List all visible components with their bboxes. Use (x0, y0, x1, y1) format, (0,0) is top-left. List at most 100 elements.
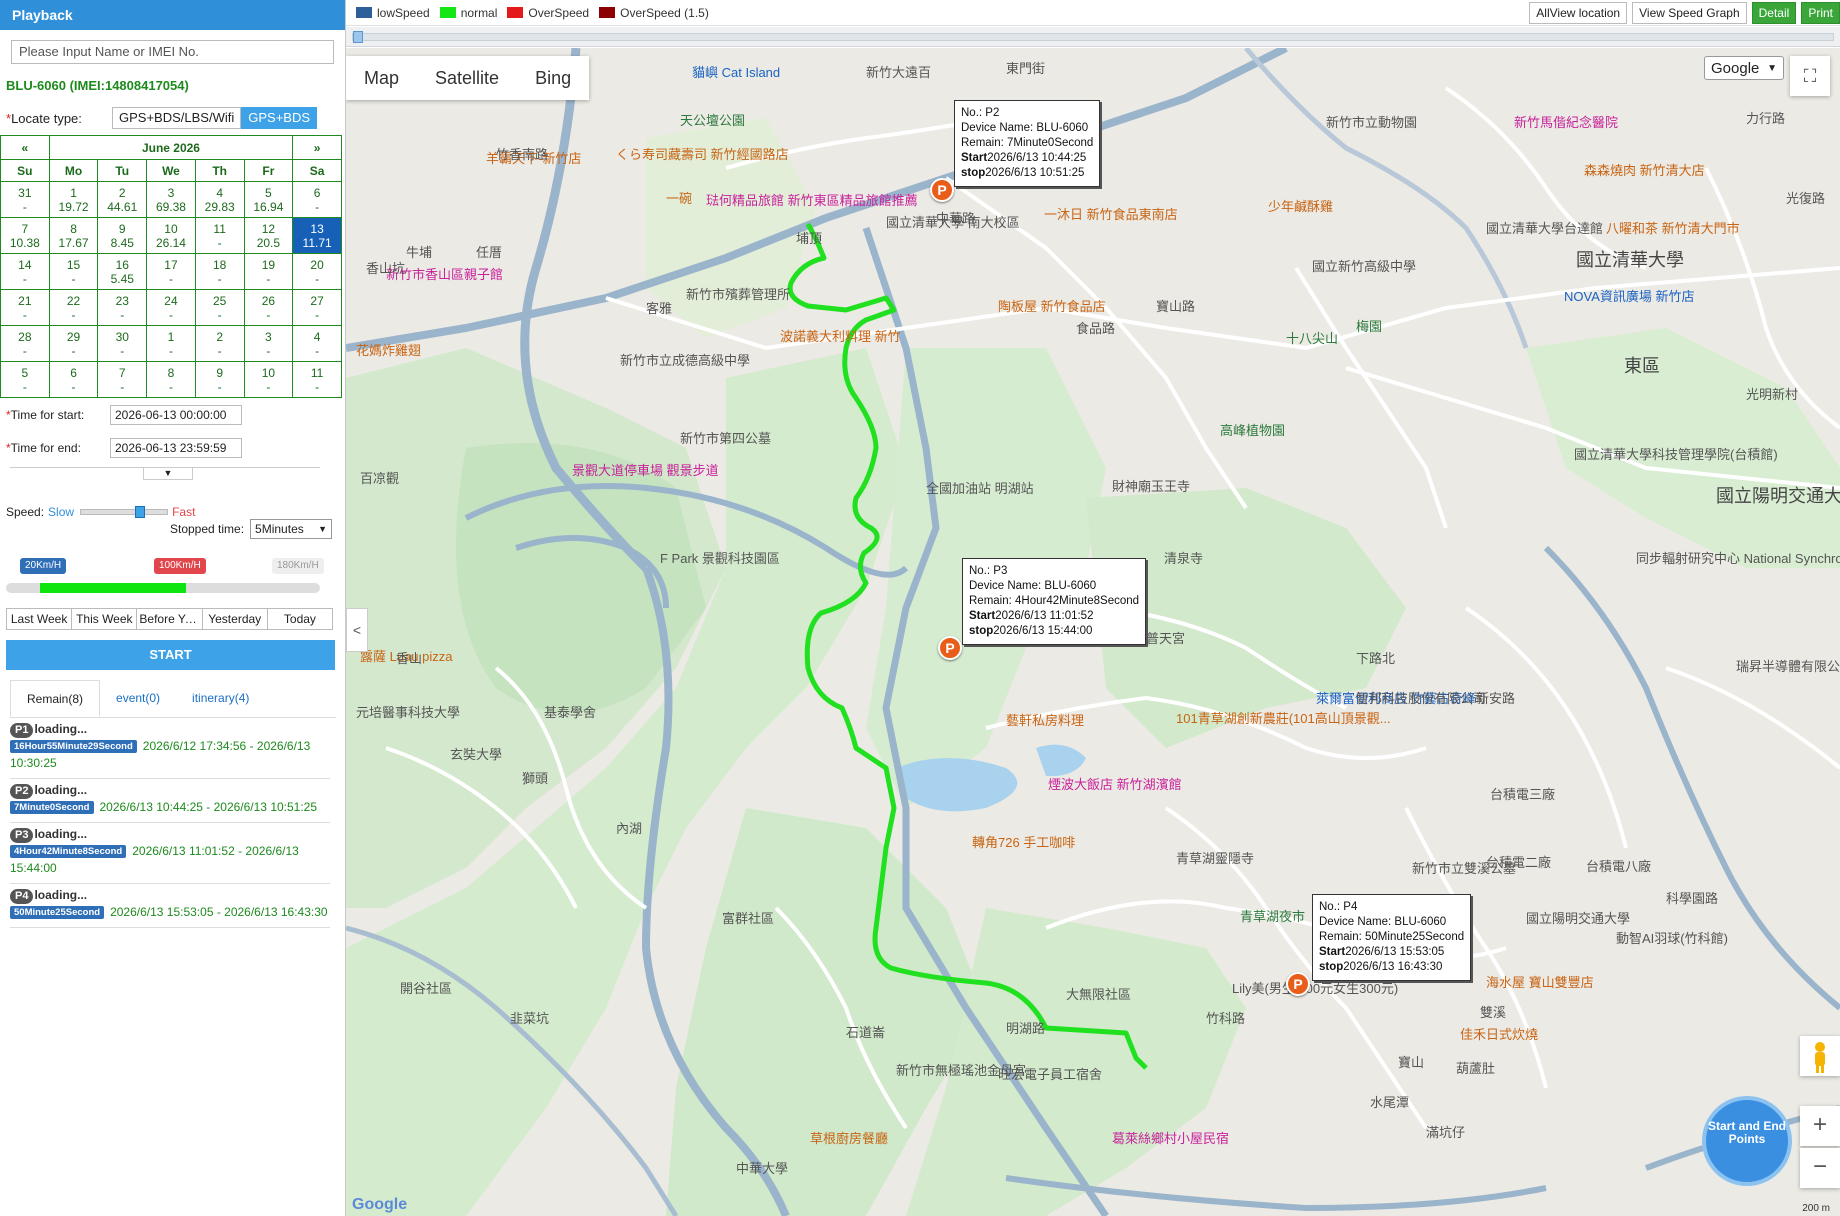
map-poi-label[interactable]: 新竹大遠百 (866, 62, 931, 81)
map-poi-label[interactable]: 一碗 (666, 188, 692, 207)
calendar-day[interactable]: 11- (292, 361, 342, 398)
map-poi-label[interactable]: 貓嶼 Cat Island (692, 62, 780, 81)
calendar-day[interactable]: 12 20.5 (243, 217, 294, 254)
calendar-day[interactable]: 4 29.83 (194, 181, 245, 218)
map-poi-label[interactable]: 新竹馬偕紀念醫院 (1514, 112, 1618, 131)
calendar-day[interactable]: 3 69.38 (146, 181, 196, 218)
playback-progress-bar[interactable] (346, 27, 1840, 47)
map-poi-label[interactable]: 香山 (396, 648, 422, 667)
map-poi-label[interactable]: 煙波大飯店 新竹湖濱館 (1048, 774, 1182, 793)
fullscreen-button[interactable]: ⛶ (1790, 56, 1830, 96)
calendar-day[interactable]: 3- (243, 325, 294, 362)
map-poi-label[interactable]: 波諾義大利料理 新竹 (780, 326, 901, 345)
map-poi-label[interactable]: 轉角726 手工咖啡 (972, 832, 1075, 851)
list-item[interactable]: P2 loading... 7Minute0Second 2026/6/13 10:4… (10, 779, 330, 823)
map-poi-label[interactable]: 佳禾日式炊燒 (1460, 1024, 1538, 1043)
map-poi-label[interactable]: 台積電二廠 (1486, 852, 1551, 871)
allview-location-button[interactable]: AllView location (1529, 2, 1628, 24)
map-poi-label[interactable]: 同步輻射研究中心 National Synchrotron... (1636, 548, 1840, 567)
map-poi-label[interactable]: 富群社區 (722, 908, 774, 927)
map-poi-label[interactable]: 花媽炸雞翅 (356, 340, 421, 359)
map-poi-label[interactable]: 光復路 (1786, 188, 1825, 207)
map-poi-label[interactable]: 藝軒私房料理 (1006, 710, 1084, 729)
map-poi-label[interactable]: 101青草湖創新農莊(101高山頂景觀... (1176, 708, 1391, 727)
last-week-button[interactable]: Last Week (6, 608, 73, 630)
tab-remain[interactable]: Remain(8) (10, 680, 101, 717)
calendar-day[interactable]: 8- (146, 361, 196, 398)
print-button[interactable]: Print (1801, 2, 1840, 24)
map-poi-label[interactable]: 牛埔 (406, 242, 432, 261)
calendar-day[interactable]: 9 8.45 (97, 217, 148, 254)
map-poi-label[interactable]: 國立清華大學台達館 (1486, 218, 1603, 237)
map-poi-label[interactable]: くら寿司藏壽司 新竹經國路店 (616, 144, 789, 163)
map-view[interactable]: 新竹大遠百 貓嶼 Cat Island 天公壇公園 羊霸天下-新竹店 くら寿司藏壽司 新… (346, 48, 1840, 1216)
stop-pin-p2[interactable]: P (930, 178, 954, 202)
map-poi-label[interactable]: 百凉觀 (360, 468, 399, 487)
map-poi-label[interactable]: 石道崙 (846, 1022, 885, 1041)
map-poi-label[interactable]: 一沐日 新竹食品東南店 (1044, 204, 1178, 223)
map-poi-label[interactable]: 清泉寺 (1164, 548, 1203, 567)
map-poi-label[interactable]: 普天宮 (1146, 628, 1185, 647)
detail-button[interactable]: Detail (1751, 2, 1797, 24)
start-button[interactable]: START (6, 640, 335, 670)
calendar-day[interactable]: 8 17.67 (48, 217, 99, 254)
playback-thumb[interactable] (353, 31, 363, 43)
map-poi-label[interactable]: 國立陽明交通大學 (1716, 482, 1840, 508)
map-poi-label[interactable]: 國立清華大學科技管理學院(台積館) (1574, 444, 1778, 463)
calendar-day[interactable]: 5- (0, 361, 50, 398)
stop-pin-p3[interactable]: P (938, 636, 962, 660)
sidebar-collapse-button[interactable]: < (346, 608, 368, 652)
map-poi-label[interactable]: 財神廟玉王寺 (1112, 476, 1190, 495)
map-poi-label[interactable]: 琺何精品旅館 新竹東區精品旅館推薦 (706, 190, 918, 209)
map-poi-label[interactable]: 明湖路 (1006, 1018, 1045, 1037)
map-poi-label[interactable]: 八曜和茶 新竹清大門市 (1606, 218, 1740, 237)
calendar-day[interactable]: 7- (97, 361, 148, 398)
map-poi-label[interactable]: 天公壇公園 (680, 110, 745, 129)
calendar-day[interactable]: 15- (48, 253, 99, 290)
calendar-day[interactable]: 10- (243, 361, 294, 398)
map-poi-label[interactable]: 國立陽明交通大學 (1526, 908, 1630, 927)
time-start-input[interactable]: 2026-06-13 00:00:00 (110, 405, 242, 425)
calendar-day[interactable]: 13 11.71 (292, 217, 342, 254)
calendar-day[interactable]: 9- (194, 361, 245, 398)
tab-event[interactable]: event(0) (100, 680, 176, 717)
map-poi-label[interactable]: 開谷社區 (400, 978, 452, 997)
map-poi-label[interactable]: 中華大學 (736, 1158, 788, 1177)
speed-slider[interactable] (80, 506, 169, 518)
map-poi-label[interactable]: 韭菜坑 (510, 1008, 549, 1027)
list-item[interactable]: P1 loading... 16Hour55Minute29Second 2026/6… (10, 718, 330, 779)
time-end-input[interactable]: 2026-06-13 23:59:59 (110, 438, 242, 458)
map-poi-label[interactable]: 基泰學舍 (544, 702, 596, 721)
search-input[interactable]: Please Input Name or IMEI No. (11, 40, 334, 64)
calendar-day[interactable]: 16 5.45 (97, 253, 148, 290)
map-poi-label[interactable]: 新竹市第四公墓 (680, 428, 771, 447)
map-poi-label[interactable]: 全國加油站 明湖站 (926, 478, 1034, 497)
calendar-day[interactable]: 2- (194, 325, 245, 362)
map-poi-label[interactable]: 新竹市殯葬管理所 (686, 284, 790, 303)
zoom-in-button[interactable]: + (1800, 1106, 1840, 1146)
stop-pin-p4[interactable]: P (1286, 972, 1310, 996)
map-poi-label[interactable]: 水尾潭 (1370, 1092, 1409, 1111)
map-poi-label[interactable]: 草根廚房餐廳 (810, 1128, 888, 1147)
map-poi-label[interactable]: 雙溪 (1480, 1002, 1506, 1021)
calendar-day[interactable]: 6- (48, 361, 99, 398)
calendar-day[interactable]: 6- (292, 181, 342, 218)
map-provider-select[interactable]: Google ▼ (1704, 56, 1784, 80)
map-type-satellite-button[interactable]: Satellite (417, 56, 517, 100)
list-item[interactable]: P3 loading... 4Hour42Minute8Second 2026/6/1… (10, 823, 330, 884)
calendar-day[interactable]: 24- (146, 289, 196, 326)
stopped-time-select[interactable]: 5Minutes ▼ (250, 519, 333, 539)
calendar-day[interactable]: 29- (48, 325, 99, 362)
view-speed-graph-button[interactable]: View Speed Graph (1632, 2, 1747, 24)
map-poi-label[interactable]: 滿坑仔 (1426, 1122, 1465, 1141)
calendar-day[interactable]: 18- (194, 253, 245, 290)
calendar-day[interactable]: 26- (243, 289, 294, 326)
calendar-day[interactable]: 1 19.72 (48, 181, 99, 218)
map-poi-label[interactable]: 竹香南路 (496, 144, 548, 163)
map-type-map-button[interactable]: Map (346, 56, 417, 100)
before-yesterday-button[interactable]: Before Yesterday (136, 608, 203, 630)
calendar-day[interactable]: 20- (292, 253, 342, 290)
map-poi-label[interactable]: 國立清華大學 (1576, 246, 1684, 272)
map-poi-label[interactable]: 竹科路 (1206, 1008, 1245, 1027)
map-poi-label[interactable]: 玄奘大學 (450, 744, 502, 763)
